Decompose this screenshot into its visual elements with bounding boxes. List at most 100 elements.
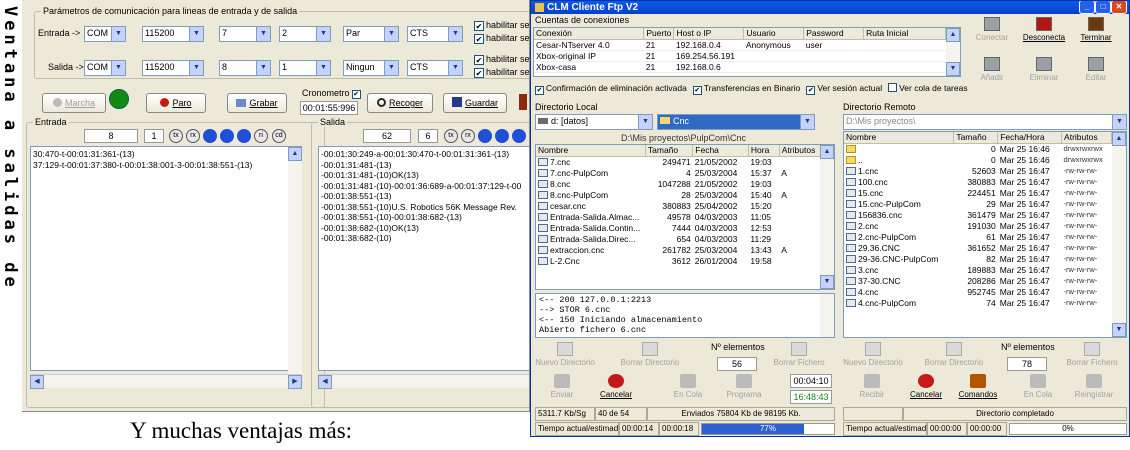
toolbar-button-4[interactable]: Añadir [967, 57, 1017, 82]
remote-vscroll[interactable]: ▲ ▼ [1112, 132, 1126, 337]
right-transfer-button-2[interactable]: Cancelar [899, 374, 953, 399]
scroll-up-icon[interactable]: ▲ [1112, 132, 1126, 146]
entrada-param-select-3[interactable]: 7 ▼ [219, 26, 271, 42]
remote-path-select[interactable]: D:\Mis proyectos\ ▼ [843, 114, 1127, 130]
scroll-up-icon[interactable]: ▲ [288, 147, 302, 161]
nuevo-directorio-remote-button[interactable]: Nuevo Directorio [843, 342, 903, 367]
local-file-row[interactable]: Entrada-Salida.Direc... 654 04/03/2003 11:2… [536, 233, 821, 244]
local-file-row[interactable]: 7.cnc 249471 21/05/2002 19:03 [536, 156, 821, 167]
local-drive-select[interactable]: d: [datos] ▼ [535, 114, 653, 130]
habilitar-checkbox-1[interactable]: ✔ habilitar se [474, 20, 529, 31]
borrar-fichero-local-button[interactable]: Borrar Fichero [769, 342, 829, 367]
remote-file-row[interactable]: .. 0 Mar 25 16:46 drwxrwxrwx [844, 154, 1112, 165]
remote-file-row[interactable]: 156836.cnc 361479 Mar 25 16:47 -rw-rw-rw- [844, 209, 1112, 220]
remote-file-row[interactable]: 0 Mar 25 16:46 drwxrwxrwx [844, 143, 1112, 154]
connection-row[interactable]: Xbox-original IP 21 169.254.56.191 [534, 50, 946, 62]
left-transfer-button-1[interactable]: Enviar [537, 374, 587, 399]
scroll-down-icon[interactable]: ▼ [946, 62, 960, 76]
salida-text-area[interactable]: -00:01:30:249-a-00:01:30:470-t-00:01:31:… [318, 146, 529, 371]
remote-file-row[interactable]: 15.cnc-PulpCom 29 Mar 25 16:47 -rw-rw-rw- [844, 198, 1112, 209]
option-checkbox-1[interactable]: ✔ Confirmación de eliminación activada [535, 83, 687, 95]
salida-param-select-2[interactable]: 115200 ▼ [142, 60, 204, 76]
remote-file-row[interactable]: 37-30.CNC 208286 Mar 25 16:47 -rw-rw-rw- [844, 275, 1112, 286]
left-transfer-button-3[interactable]: En Cola [663, 374, 713, 399]
connections-column-header[interactable]: Conexión [534, 28, 645, 40]
scroll-down-icon[interactable]: ▼ [820, 275, 834, 289]
local-column-header[interactable]: Nombre [536, 145, 646, 157]
grabar-button[interactable]: Grabar [227, 93, 287, 113]
scroll-up-icon[interactable]: ▲ [820, 145, 834, 159]
right-transfer-button-5[interactable]: Reingistrar [1067, 374, 1121, 399]
salida-param-select-5[interactable]: Ningun ▼ [343, 60, 399, 76]
log-vscroll[interactable] [820, 294, 834, 337]
entrada-vscroll[interactable]: ▲ [288, 147, 302, 385]
local-file-row[interactable]: 8.cnc 1047288 21/05/2002 19:03 [536, 178, 821, 189]
local-column-header[interactable]: Atributos [779, 145, 822, 157]
local-column-header[interactable]: Hora [748, 145, 780, 157]
local-file-row[interactable]: 7.cnc-PulpCom 4 25/03/2004 15:37 A [536, 167, 821, 178]
marcha-button[interactable]: Marcha [42, 93, 106, 113]
nuevo-directorio-local-button[interactable]: Nuevo Directorio [535, 342, 595, 367]
local-file-row[interactable]: cesar.cnc 380883 25/04/2002 15:20 [536, 200, 821, 211]
salida-param-select-1[interactable]: COM 2 ▼ [84, 60, 126, 76]
local-column-header[interactable]: Tamaño [645, 145, 694, 157]
remote-column-header[interactable]: Atributos [1061, 132, 1112, 144]
right-transfer-button-4[interactable]: En Cola [1011, 374, 1065, 399]
remote-file-row[interactable]: 4.cnc 952745 Mar 25 16:47 -rw-rw-rw- [844, 286, 1112, 297]
option-checkbox-3[interactable]: ✔ Ver sesión actual [806, 83, 882, 95]
salida-param-select-3[interactable]: 8 ▼ [219, 60, 271, 76]
right-transfer-button-1[interactable]: Recibir [845, 374, 899, 399]
remote-file-row[interactable]: 2.cnc 191030 Mar 25 16:47 -rw-rw-rw- [844, 220, 1112, 231]
borrar-directorio-remote-button[interactable]: Borrar Directorio [919, 342, 989, 367]
connections-column-header[interactable]: Ruta Inicial [863, 28, 946, 40]
borrar-directorio-local-button[interactable]: Borrar Directorio [615, 342, 685, 367]
local-file-row[interactable]: Entrada-Salida.Almac... 49578 04/03/2003 11… [536, 211, 821, 222]
connection-row[interactable]: Xbox-casa 21 192.168.0.6 [534, 61, 946, 73]
remote-file-row[interactable]: 100.cnc 380883 Mar 25 16:47 -rw-rw-rw- [844, 176, 1112, 187]
remote-file-row[interactable]: 29.36.CNC 361652 Mar 25 16:47 -rw-rw-rw- [844, 242, 1112, 253]
local-column-header[interactable]: Fecha [692, 145, 749, 157]
toolbar-button-6[interactable]: Editar [1071, 57, 1121, 82]
remote-file-row[interactable]: 1.cnc 52603 Mar 25 16:47 -rw-rw-rw- [844, 165, 1112, 176]
scroll-down-icon[interactable]: ▼ [1112, 323, 1126, 337]
left-transfer-button-2[interactable]: Cancelar [591, 374, 641, 399]
connections-column-header[interactable]: Puerto [643, 28, 675, 40]
salida-hscroll[interactable]: ◀ [318, 374, 529, 389]
local-file-row[interactable]: L-2.Cnc 3612 26/01/2004 19:58 [536, 255, 821, 266]
guardar-button[interactable]: Guardar [443, 93, 507, 113]
entrada-param-select-1[interactable]: COM 3 ▼ [84, 26, 126, 42]
toolbar-button-3[interactable]: Terminar [1071, 17, 1121, 42]
entrada-param-select-6[interactable]: CTS ▼ [407, 26, 463, 42]
recoger-button[interactable]: Recoger [367, 93, 433, 113]
connections-column-header[interactable]: Host o IP [673, 28, 745, 40]
option-checkbox-2[interactable]: ✔ Transferencias en Binario [692, 83, 800, 95]
remote-file-row[interactable]: 15.cnc 224451 Mar 25 16:47 -rw-rw-rw- [844, 187, 1112, 198]
entrada-param-select-4[interactable]: 2 ▼ [279, 26, 331, 42]
maximize-icon[interactable]: □ [1095, 1, 1111, 14]
minimize-icon[interactable]: _ [1079, 1, 1095, 14]
entrada-param-select-2[interactable]: 115200 ▼ [142, 26, 204, 42]
option-checkbox-4[interactable]: Ver cola de tareas [888, 83, 968, 93]
connections-column-header[interactable]: Usuario [743, 28, 805, 40]
entrada-param-select-5[interactable]: Par ▼ [343, 26, 399, 42]
borrar-fichero-remote-button[interactable]: Borrar Fichero [1061, 342, 1123, 367]
habilitar-checkbox-3[interactable]: ✔ habilitar se [474, 54, 529, 65]
local-folder-select[interactable]: Cnc ▼ [657, 114, 815, 130]
habilitar-checkbox-2[interactable]: ✔ habilitar se [474, 33, 529, 44]
scroll-left-icon[interactable]: ◀ [318, 375, 332, 389]
entrada-hscroll[interactable]: ◀ ▶ [30, 374, 302, 389]
connection-row[interactable]: Cesar-NTserver 4.0 21 192.168.0.4 Anonymous… [534, 39, 946, 51]
remote-file-row[interactable]: 29-36.CNC-PulpCom 82 Mar 25 16:47 -rw-rw-rw… [844, 253, 1112, 264]
remote-file-row[interactable]: 2.cnc-PulpCom 61 Mar 25 16:47 -rw-rw-rw- [844, 231, 1112, 242]
scroll-left-icon[interactable]: ◀ [30, 375, 44, 389]
remote-file-row[interactable]: 4.cnc-PulpCom 74 Mar 25 16:47 -rw-rw-rw- [844, 297, 1112, 308]
local-file-row[interactable]: extraccion.cnc 261782 25/03/2004 13:43 A [536, 244, 821, 255]
paro-button[interactable]: Paro [146, 93, 206, 113]
remote-file-row[interactable]: 3.cnc 189883 Mar 25 16:47 -rw-rw-rw- [844, 264, 1112, 275]
scroll-right-icon[interactable]: ▶ [288, 375, 302, 389]
local-vscroll[interactable]: ▲ ▼ [820, 145, 834, 289]
connections-vscroll[interactable]: ▲ ▼ [946, 28, 960, 76]
local-file-row[interactable]: 8.cnc-PulpCom 28 25/03/2004 15:40 A [536, 189, 821, 200]
remote-column-header[interactable]: Tamaño [953, 132, 999, 144]
scroll-up-icon[interactable]: ▲ [946, 28, 960, 42]
